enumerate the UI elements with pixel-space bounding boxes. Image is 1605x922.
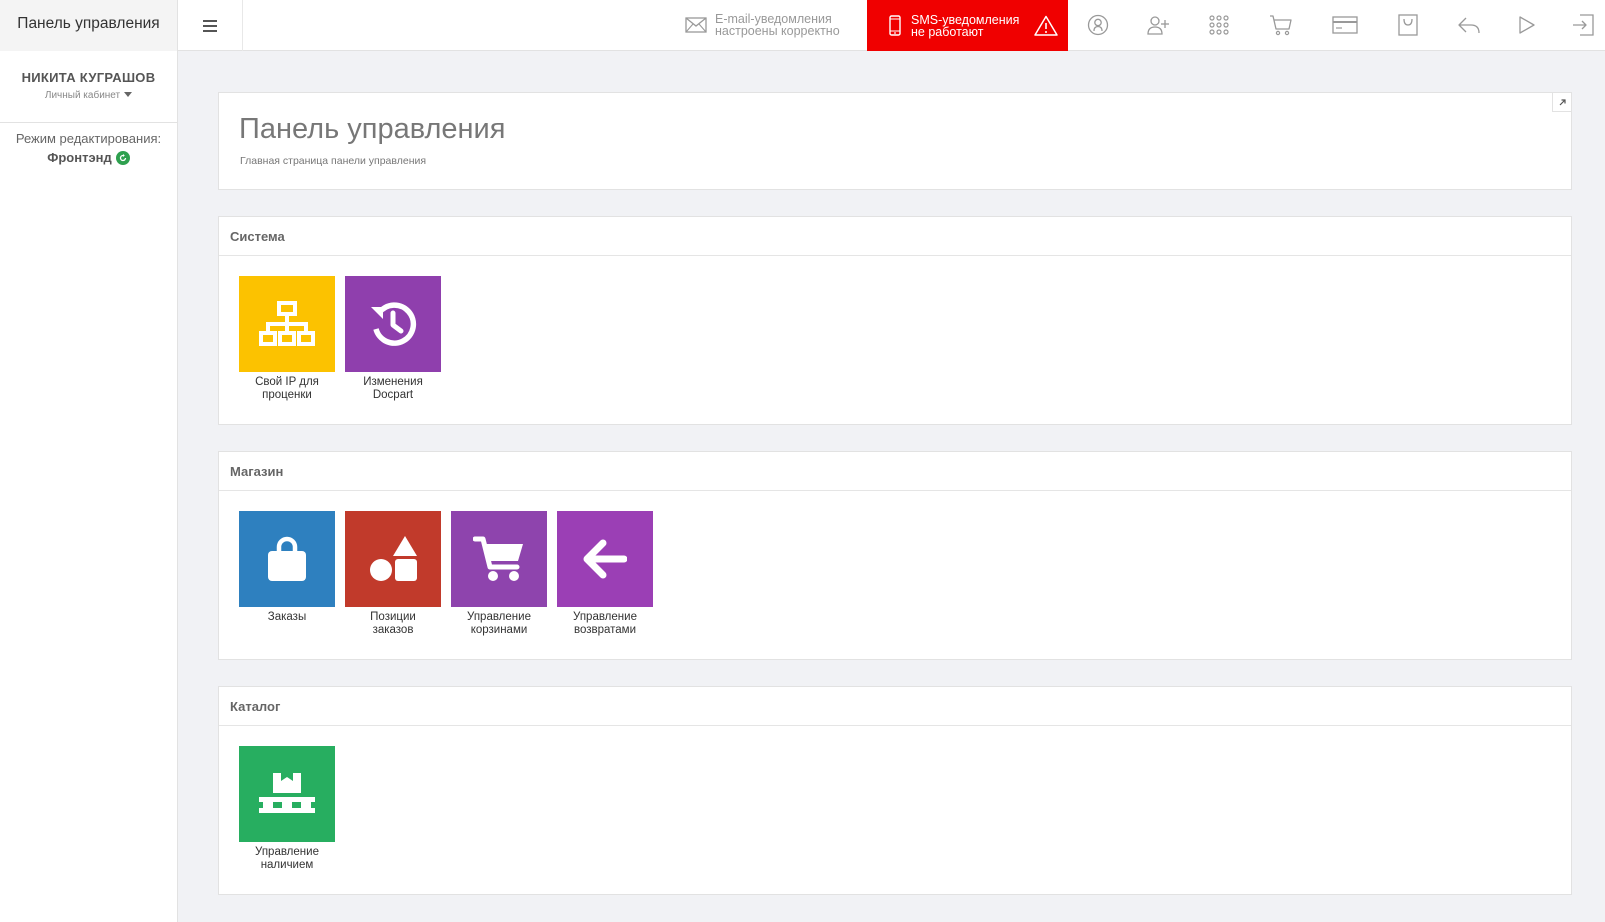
user-block: НИКИТА КУГРАШОВ Личный кабинет — [0, 51, 177, 123]
cart-icon[interactable] — [1268, 12, 1294, 38]
credit-card-icon[interactable] — [1332, 12, 1358, 38]
network-icon — [259, 301, 315, 346]
tile-label-line2: возвратами — [573, 624, 637, 636]
reply-icon[interactable] — [1456, 12, 1482, 38]
sms-alert-line2: не работают — [911, 24, 984, 39]
tile-label-line2: заказов — [372, 624, 414, 636]
shapes-icon — [370, 536, 417, 581]
user-circle-icon[interactable] — [1085, 12, 1111, 38]
brand-title[interactable]: Панель управления — [0, 0, 178, 51]
tile-returns-management[interactable]: Управление возвратами — [557, 511, 653, 637]
switch-mode-icon[interactable] — [115, 150, 130, 165]
tile-label-line1: Заказы — [267, 611, 307, 623]
expand-button[interactable] — [1552, 93, 1571, 112]
page-header-panel: Панель управления Главная страница панел… — [218, 92, 1572, 190]
shopping-bag-icon[interactable] — [1395, 12, 1421, 38]
tile-order-items[interactable]: Позиции заказов — [345, 511, 441, 637]
tile-stock-management[interactable]: Управление наличием — [239, 746, 335, 872]
section-title: Система — [219, 217, 1571, 256]
tile-box — [345, 511, 441, 607]
email-status-line2: настроены корректно — [715, 24, 840, 38]
shopping-bag-icon — [268, 536, 306, 581]
envelope-icon — [685, 17, 707, 33]
pallet-icon — [259, 773, 315, 813]
tile-label-line1: Управление — [467, 611, 531, 623]
tile-box — [239, 276, 335, 372]
section-title: Магазин — [219, 452, 1571, 491]
tile-box — [345, 276, 441, 372]
tile-box — [239, 746, 335, 842]
sms-alert-line1: SMS-уведомления — [911, 12, 1020, 27]
cart-icon — [473, 536, 523, 581]
tile-label-line2: Docpart — [372, 389, 414, 401]
section-title: Каталог — [219, 687, 1571, 726]
history-icon — [371, 302, 417, 346]
expand-arrow-icon — [1559, 98, 1566, 105]
page-subtitle: Главная страница панели управления — [240, 155, 427, 167]
page-title: Панель управления — [239, 113, 506, 145]
email-status[interactable]: E-mail-уведомления настроены корректно — [685, 10, 840, 40]
sms-alert[interactable]: SMS-уведомления не работают — [867, 0, 1068, 51]
add-user-icon[interactable] — [1145, 12, 1171, 38]
logout-icon[interactable] — [1570, 12, 1596, 38]
personal-account-label: Личный кабинет — [44, 90, 121, 101]
tile-orders[interactable]: Заказы — [239, 511, 335, 637]
tile-box — [451, 511, 547, 607]
sidebar: НИКИТА КУГРАШОВ Личный кабинет Режим ред… — [0, 51, 178, 922]
section-shop: Магазин Заказы Позиции заказов Управлени… — [218, 451, 1572, 660]
tile-box — [557, 511, 653, 607]
personal-account-dropdown[interactable]: Личный кабинет — [0, 90, 177, 101]
section-catalog: Каталог Управление наличием — [218, 686, 1572, 895]
tile-own-ip[interactable]: Свой IP для проценки — [239, 276, 335, 402]
tile-docpart-changes[interactable]: Изменения Docpart — [345, 276, 441, 402]
caret-down-icon — [124, 92, 133, 97]
top-bar: Панель управления E-mail-уведомления нас… — [0, 0, 1605, 51]
arrow-left-icon — [583, 539, 627, 579]
user-name: НИКИТА КУГРАШОВ — [21, 70, 156, 85]
edit-mode-block: Режим редактирования: Фронтэнд — [0, 123, 177, 165]
tile-label-line1: Свой IP для — [255, 376, 319, 388]
tile-label-line2: проценки — [262, 389, 312, 401]
warning-icon — [1034, 15, 1058, 36]
tile-box — [239, 511, 335, 607]
tile-label-line1: Изменения — [363, 376, 423, 388]
tile-label-line2: наличием — [260, 859, 314, 871]
phone-icon — [889, 15, 901, 36]
menu-toggle-button[interactable] — [178, 0, 243, 51]
tile-label-line2: корзинами — [470, 624, 528, 636]
edit-mode-value: Фронтэнд — [47, 150, 112, 165]
apps-grid-icon[interactable] — [1206, 12, 1232, 38]
tile-cart-management[interactable]: Управление корзинами — [451, 511, 547, 637]
tile-label-line1: Управление — [255, 846, 319, 858]
play-icon[interactable] — [1514, 12, 1540, 38]
tile-label-line1: Позиции — [370, 611, 416, 623]
tile-label-line1: Управление — [573, 611, 637, 623]
edit-mode-label: Режим редактирования: — [15, 131, 162, 146]
hamburger-icon — [203, 19, 217, 32]
section-system: Система Свой IP для проценки Изменения D… — [218, 216, 1572, 425]
